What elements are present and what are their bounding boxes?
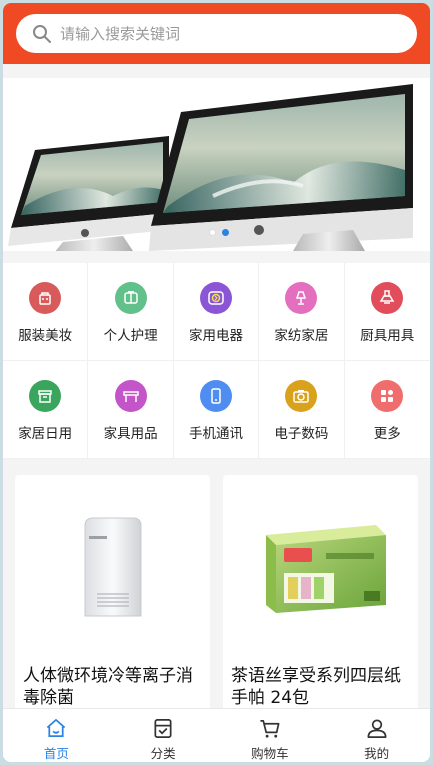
tab-label: 我的	[364, 746, 390, 761]
home-icon	[47, 719, 66, 738]
category-item-appliance[interactable]: 家用电器	[173, 263, 260, 361]
category-label: 更多	[373, 426, 401, 442]
clothing-icon	[29, 282, 62, 314]
banner-carousel[interactable]	[3, 78, 430, 251]
product-title: 茶语丝享受系列四层纸手帕 24包	[231, 666, 401, 708]
category-label: 厨具用具	[360, 328, 415, 344]
category-item-furniture[interactable]: 家具用品	[88, 361, 174, 459]
user-icon	[367, 719, 387, 738]
range-hood-icon	[371, 282, 404, 314]
carousel-dot-active[interactable]	[222, 229, 229, 236]
category-item-personal-care[interactable]: 个人护理	[88, 263, 174, 361]
category-grid: 服装美妆 个人护理 家用电器 家纺家居 厨具用具 家居日用 家具用品 手机通讯 …	[3, 263, 430, 459]
category-item-home-textile[interactable]: 家纺家居	[259, 263, 345, 361]
tab-home[interactable]: 首页	[3, 709, 110, 762]
product-card[interactable]: 人体微环境冷等离子消毒除菌	[15, 475, 210, 715]
search-bar[interactable]	[16, 14, 417, 53]
storage-box-icon	[29, 380, 62, 412]
tab-label: 首页	[43, 746, 69, 761]
category-item-clothing[interactable]: 服装美妆	[3, 263, 89, 361]
product-card[interactable]: 茶语丝享受系列四层纸手帕 24包	[223, 475, 418, 715]
category-item-more[interactable]: 更多	[344, 361, 430, 459]
app-frame: 服装美妆 个人护理 家用电器 家纺家居 厨具用具	[3, 3, 430, 762]
tab-mine[interactable]: 我的	[323, 709, 430, 762]
personal-care-icon	[114, 282, 147, 314]
product-title: 人体微环境冷等离子消毒除菌	[23, 666, 193, 708]
category-label: 家纺家居	[274, 328, 329, 344]
product-image	[223, 475, 418, 660]
category-icon	[154, 719, 172, 738]
phone-icon	[199, 380, 232, 412]
bottom-tab-bar: 首页 分类 购物车 我的	[3, 708, 430, 762]
category-item-digital[interactable]: 电子数码	[259, 361, 345, 459]
camera-icon	[285, 380, 318, 412]
category-label: 家具用品	[103, 426, 158, 442]
carousel-dot[interactable]	[209, 229, 216, 236]
cart-icon	[260, 719, 280, 738]
category-label: 电子数码	[274, 426, 329, 442]
search-icon	[33, 24, 51, 43]
category-label: 手机通讯	[188, 426, 243, 442]
table-icon	[114, 380, 147, 412]
category-item-kitchen[interactable]: 厨具用具	[344, 263, 430, 361]
category-item-phone[interactable]: 手机通讯	[173, 361, 260, 459]
tab-label: 分类	[150, 746, 176, 761]
category-label: 个人护理	[103, 328, 158, 344]
lamp-icon	[285, 282, 318, 314]
product-list: 人体微环境冷等离子消毒除菌 茶语丝享受系列四层纸手帕 24包	[3, 460, 430, 715]
tab-cart[interactable]: 购物车	[217, 709, 324, 762]
search-input[interactable]	[60, 24, 390, 43]
category-label: 服装美妆	[18, 328, 73, 344]
product-image	[15, 475, 210, 660]
more-grid-icon	[371, 380, 404, 412]
category-item-household[interactable]: 家居日用	[3, 361, 89, 459]
appliance-icon	[199, 282, 232, 314]
category-label: 家居日用	[18, 426, 73, 442]
carousel-indicators	[209, 229, 229, 236]
banner-image	[8, 84, 413, 251]
tab-category[interactable]: 分类	[110, 709, 217, 762]
category-label: 家用电器	[188, 328, 243, 344]
header-bar	[3, 3, 430, 64]
tab-label: 购物车	[251, 746, 289, 761]
